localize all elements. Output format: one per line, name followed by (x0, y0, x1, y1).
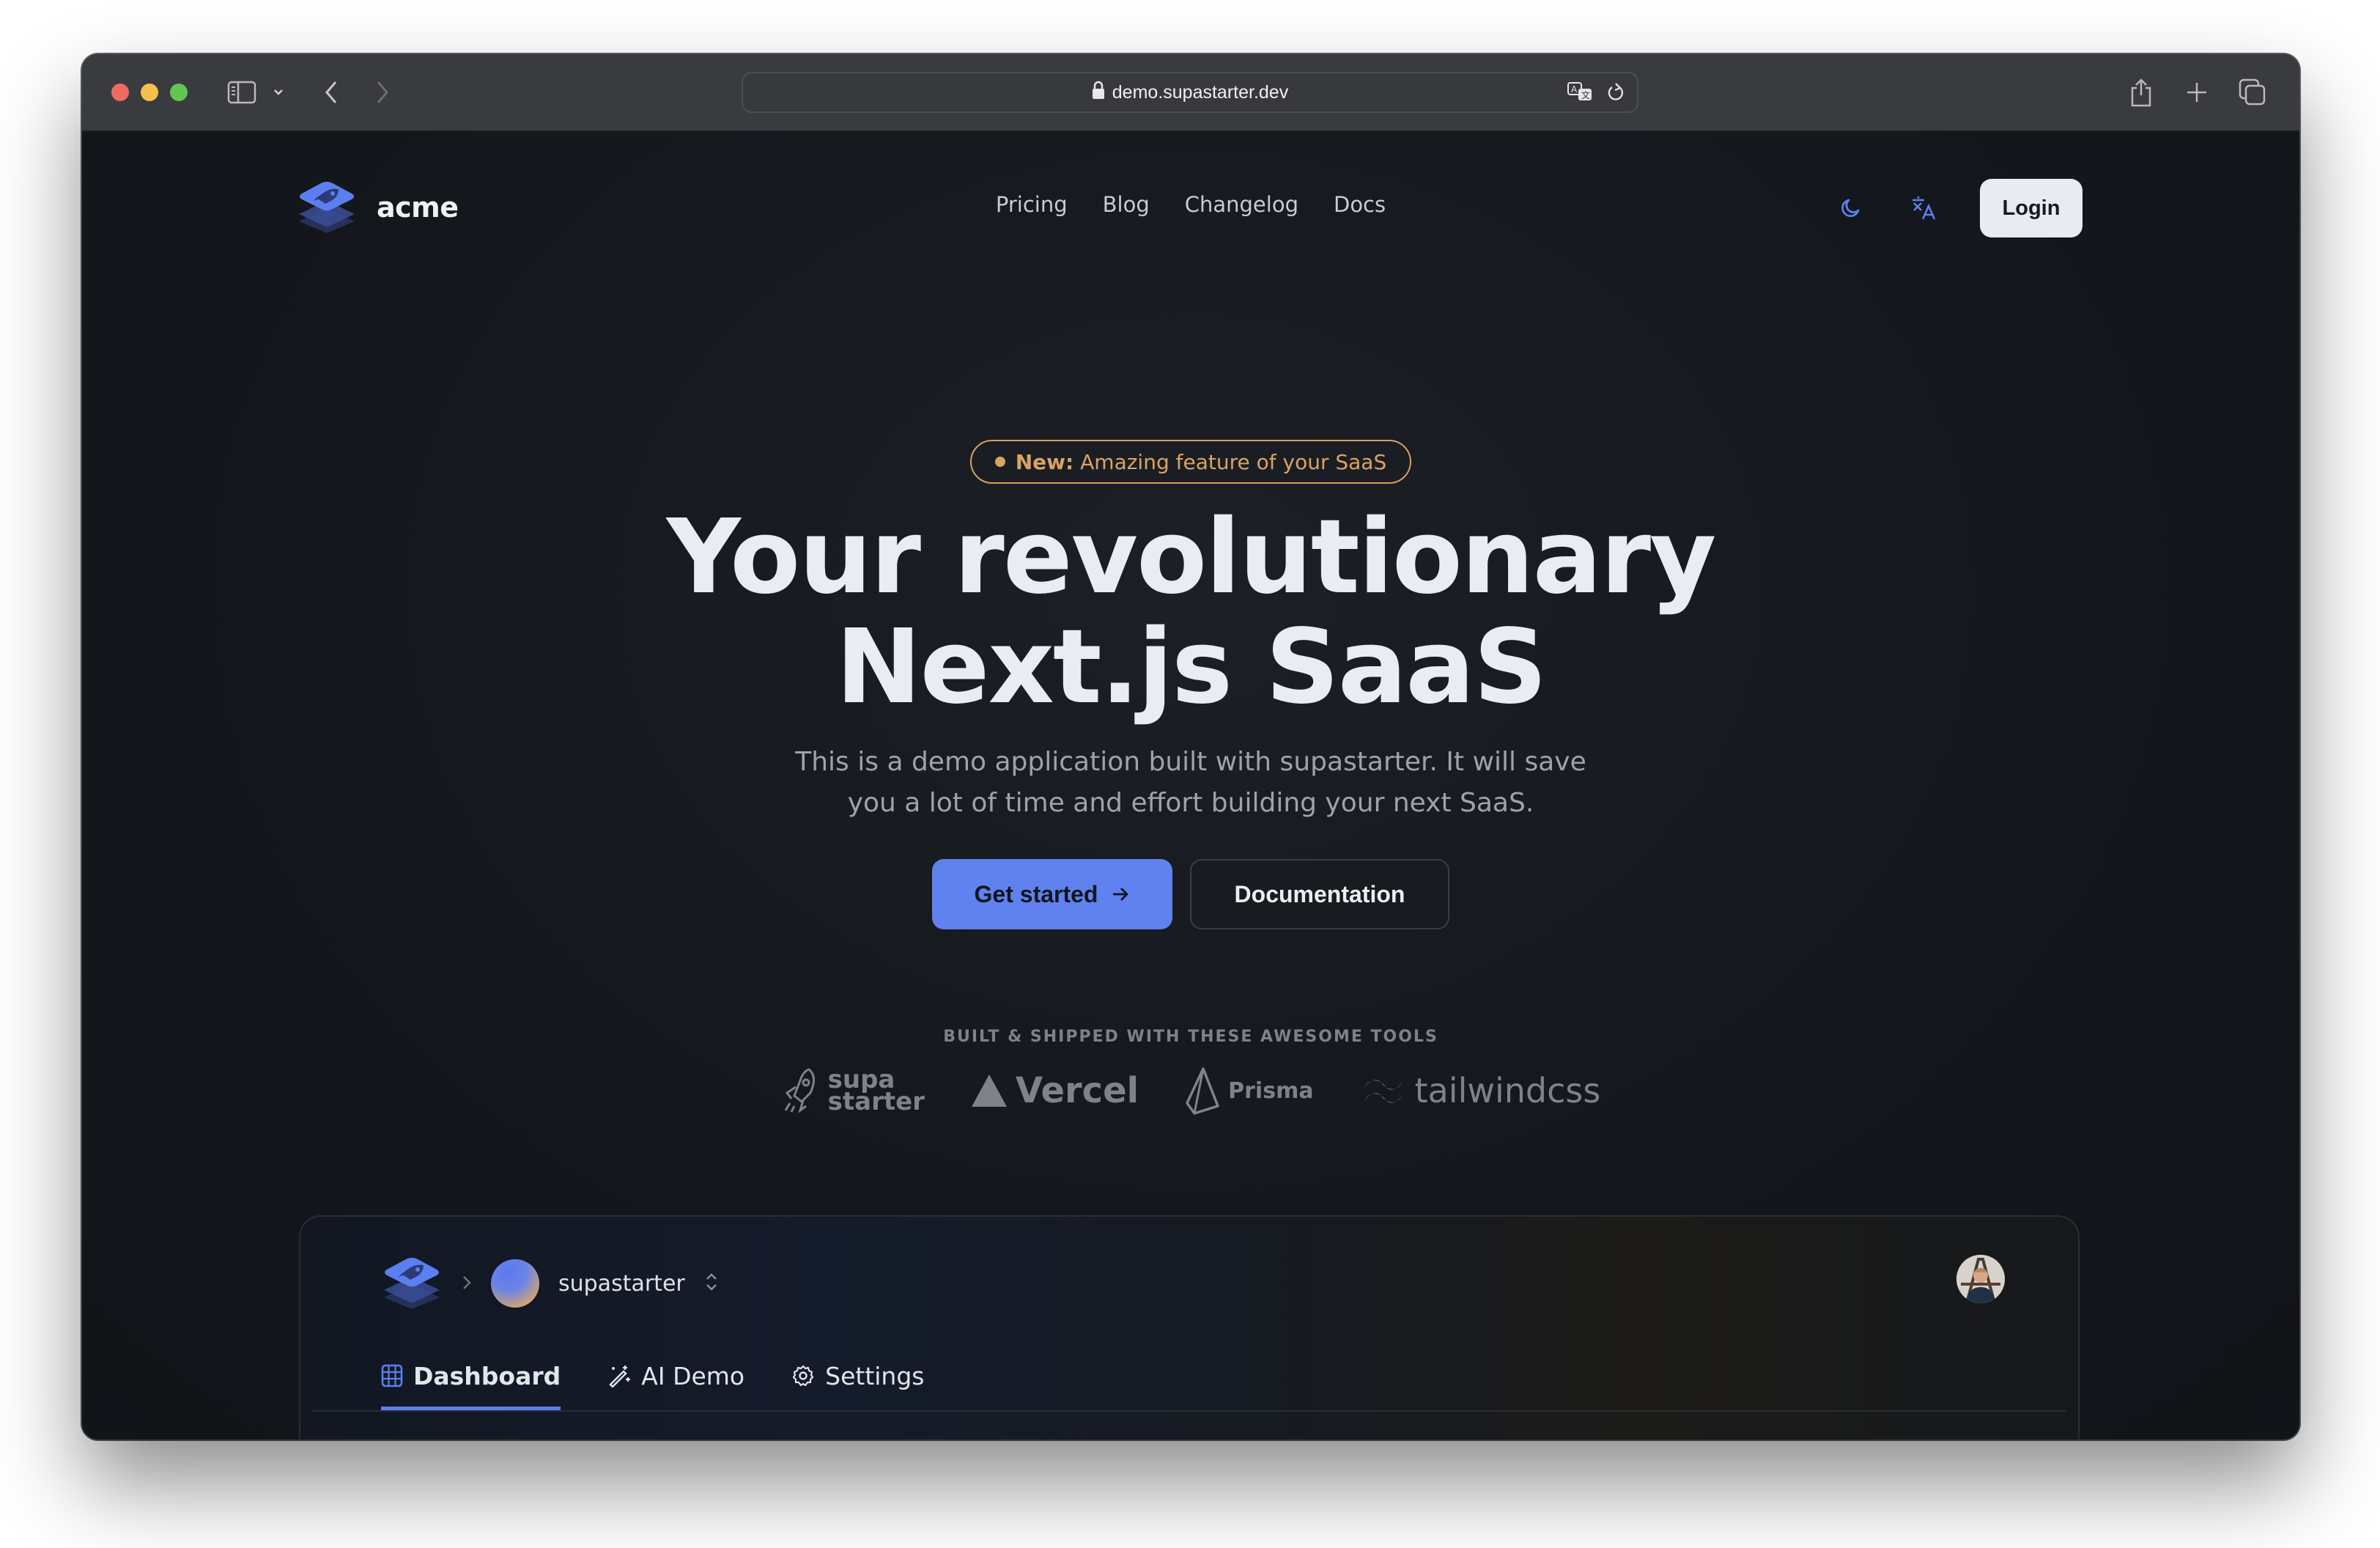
forward-icon[interactable] (368, 76, 397, 108)
new-tab-icon[interactable] (2182, 76, 2211, 108)
login-button[interactable]: Login (1980, 179, 2082, 237)
nav-link-docs[interactable]: Docs (1334, 192, 1386, 217)
address-bar[interactable]: demo.supastarter.dev A文 (742, 72, 1638, 113)
browser-toolbar: demo.supastarter.dev A文 (82, 54, 2299, 132)
rocket-outline-icon (784, 1068, 815, 1113)
browser-window: demo.supastarter.dev A文 acme Pricing Blo… (82, 54, 2299, 1440)
nav-link-pricing[interactable]: Pricing (996, 192, 1068, 217)
lock-icon (1092, 81, 1105, 105)
site-header: acme Pricing Blog Changelog Docs Login (82, 132, 2299, 279)
tailwindcss-name: tailwindcss (1414, 1071, 1601, 1110)
reload-icon[interactable] (1606, 81, 1625, 110)
tailwind-icon (1363, 1080, 1403, 1103)
header-actions: Login (1814, 179, 2082, 237)
language-switch-button[interactable] (1888, 180, 1961, 237)
svg-text:A: A (1571, 84, 1578, 95)
dashboard-preview: supastarter Dashboard AI Demo Settings (299, 1215, 2080, 1440)
tabs-divider (312, 1410, 2066, 1412)
hero-headline: Your revolutionary Next.js SaaS (82, 503, 2299, 723)
tabs-overview-icon[interactable] (2238, 76, 2267, 108)
documentation-button[interactable]: Documentation (1190, 859, 1449, 929)
preview-breadcrumb: supastarter (381, 1255, 719, 1312)
grid-icon (381, 1364, 403, 1387)
tools-section: BUILT & SHIPPED WITH THESE AWESOME TOOLS… (82, 1028, 2299, 1115)
vercel-name: Vercel (1015, 1070, 1139, 1111)
badge-label: New: Amazing feature of your SaaS (1016, 450, 1387, 474)
sidebar-icon[interactable] (226, 76, 258, 108)
badge-text: Amazing feature of your SaaS (1073, 449, 1387, 474)
tools-heading: BUILT & SHIPPED WITH THESE AWESOME TOOLS (943, 1028, 1438, 1046)
org-avatar (491, 1259, 539, 1308)
nav-link-changelog[interactable]: Changelog (1185, 192, 1298, 217)
vercel-triangle-icon (971, 1075, 1007, 1107)
tool-logo-supastarter: supa starter (781, 1066, 925, 1115)
close-window-button[interactable] (111, 84, 129, 101)
translate-icon[interactable]: A文 (1567, 81, 1596, 111)
breadcrumb-chevron-icon (462, 1272, 472, 1296)
url-text: demo.supastarter.dev (1112, 81, 1289, 103)
tab-dashboard-label: Dashboard (413, 1361, 561, 1390)
page-content: acme Pricing Blog Changelog Docs Login N… (82, 132, 2299, 1440)
zoom-window-button[interactable] (170, 84, 188, 101)
announcement-badge[interactable]: New: Amazing feature of your SaaS (969, 440, 1412, 484)
share-icon[interactable] (2126, 76, 2156, 108)
chevron-down-icon[interactable] (270, 76, 287, 108)
hero-section: New: Amazing feature of your SaaS Your r… (82, 440, 2299, 929)
headline-line-2: Next.js SaaS (835, 608, 1547, 727)
tab-ai-demo-label: AI Demo (641, 1361, 745, 1390)
language-icon (1912, 196, 1936, 220)
org-switcher-icon[interactable] (704, 1271, 719, 1296)
gear-icon (793, 1365, 814, 1387)
svg-text:文: 文 (1581, 89, 1590, 100)
org-name: supastarter (558, 1270, 685, 1297)
tab-dashboard[interactable]: Dashboard (381, 1341, 561, 1410)
prisma-name: Prisma (1228, 1077, 1314, 1104)
get-started-button[interactable]: Get started (932, 859, 1172, 929)
supastarter-line-2: starter (827, 1087, 925, 1116)
get-started-label: Get started (974, 880, 1098, 907)
nav-link-blog[interactable]: Blog (1103, 192, 1150, 217)
headline-line-1: Your revolutionary (666, 498, 1717, 617)
prisma-icon (1186, 1067, 1219, 1115)
tool-logo-tailwindcss: tailwindcss (1359, 1071, 1601, 1110)
badge-dot-icon (994, 457, 1005, 467)
arrow-right-icon (1113, 888, 1129, 901)
minimize-window-button[interactable] (141, 84, 158, 101)
tool-logo-vercel: Vercel (970, 1070, 1139, 1111)
tools-logos: supa starter Vercel Prisma tailwindcss (82, 1066, 2299, 1115)
tab-settings[interactable]: Settings (791, 1341, 924, 1410)
hero-description: This is a demo application built with su… (795, 747, 1586, 818)
preview-tabs: Dashboard AI Demo Settings (381, 1341, 924, 1410)
back-icon[interactable] (317, 76, 346, 108)
moon-icon (1841, 199, 1860, 218)
magic-wand-icon (609, 1365, 631, 1387)
badge-strong: New: (1015, 449, 1074, 474)
tab-settings-label: Settings (825, 1361, 925, 1390)
theme-toggle-button[interactable] (1814, 180, 1888, 237)
preview-logo-icon[interactable] (381, 1255, 443, 1312)
cta-buttons: Get started Documentation (82, 859, 2299, 929)
user-avatar[interactable] (1956, 1255, 2005, 1303)
tab-ai-demo[interactable]: AI Demo (607, 1341, 744, 1410)
tool-logo-prisma: Prisma (1184, 1066, 1314, 1115)
